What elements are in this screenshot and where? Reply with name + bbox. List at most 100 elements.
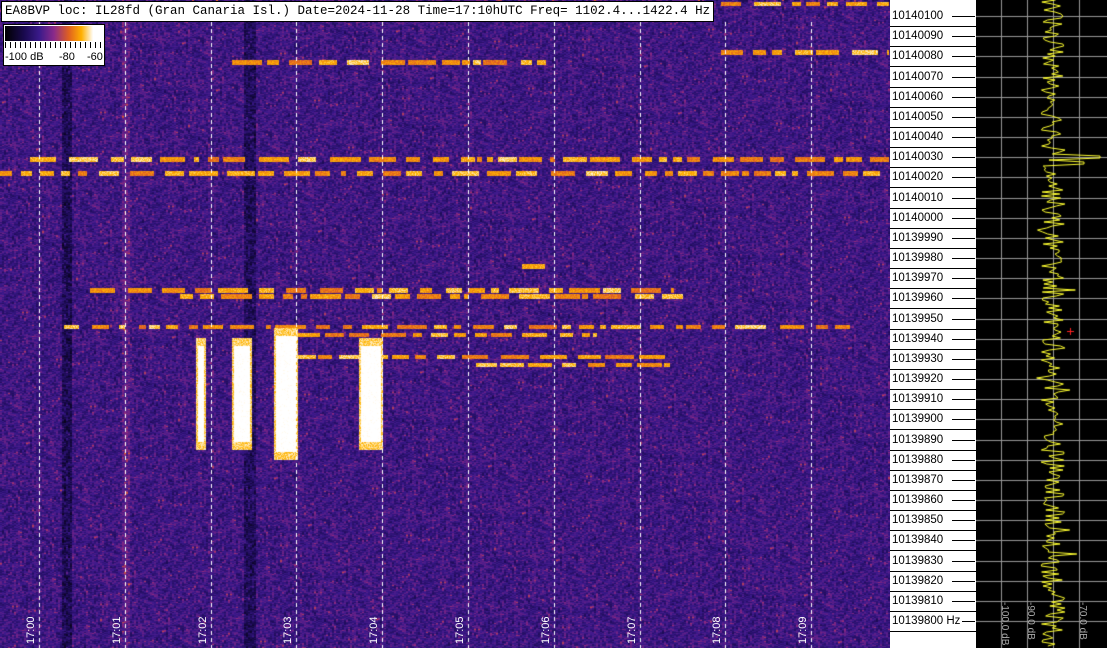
frequency-tick-label: 10139820	[892, 574, 944, 587]
frequency-tick	[952, 460, 975, 461]
frequency-minor-tick	[890, 87, 976, 88]
frequency-tick-label: 10140080	[892, 50, 944, 63]
frequency-tick-label: 10139890	[892, 433, 944, 446]
frequency-tick	[952, 520, 975, 521]
frequency-tick-label: 10139930	[892, 352, 944, 365]
frequency-tick	[952, 218, 975, 219]
frequency-tick-label: 10139860	[892, 494, 944, 507]
frequency-tick	[952, 258, 975, 259]
frequency-minor-tick	[890, 248, 976, 249]
frequency-minor-tick	[890, 107, 976, 108]
time-tick-label: 17:00	[25, 616, 37, 644]
header-title: EA8BVP loc: IL28fd (Gran Canaria Isl.) D…	[1, 1, 715, 22]
time-tick-label: 17:07	[625, 616, 638, 644]
frequency-tick-label: 10139980	[892, 252, 944, 265]
frequency-minor-tick	[890, 187, 976, 188]
frequency-tick-label: 10139970	[892, 272, 944, 285]
frequency-tick	[952, 581, 975, 582]
frequency-tick	[952, 561, 975, 562]
frequency-tick-label: 10139800 Hz	[892, 615, 961, 628]
frequency-minor-tick	[890, 571, 976, 572]
frequency-tick	[952, 359, 975, 360]
frequency-tick	[952, 339, 975, 340]
frequency-tick-label: 10139920	[892, 373, 944, 386]
frequency-tick-label: 10140100	[892, 10, 944, 22]
frequency-tick-label: 10139810	[892, 594, 944, 607]
frequency-minor-tick	[890, 450, 976, 451]
time-tick-label: 17:03	[282, 616, 295, 644]
frequency-tick	[952, 319, 975, 320]
frequency-minor-tick	[890, 490, 976, 491]
frequency-tick	[952, 601, 975, 602]
waterfall-app: 17:00 17:01 17:02 17:03 17:04 17:05 17:06 17:07…	[0, 0, 1107, 648]
frequency-minor-tick	[890, 228, 976, 229]
frequency-tick	[952, 440, 975, 441]
frequency-minor-tick	[890, 268, 976, 269]
frequency-tick-label: 10139850	[892, 514, 944, 527]
frequency-tick-label: 10140070	[892, 70, 944, 83]
frequency-minor-tick	[890, 26, 976, 27]
time-tick-label: 17:05	[454, 616, 466, 644]
spectrum-label-100: -100.0 dB	[999, 602, 1010, 646]
frequency-tick	[952, 480, 975, 481]
frequency-tick	[952, 278, 975, 279]
time-tick-label: 17:01	[110, 616, 123, 644]
frequency-tick	[952, 77, 975, 78]
frequency-tick-label: 10139900	[892, 413, 944, 426]
frequency-tick-label: 10140090	[892, 30, 944, 43]
frequency-minor-tick	[890, 611, 976, 612]
frequency-tick	[952, 36, 975, 37]
frequency-minor-tick	[890, 409, 976, 410]
frequency-tick-label: 10140030	[892, 151, 944, 164]
frequency-minor-tick	[890, 530, 976, 531]
frequency-tick-label: 10140010	[892, 191, 944, 204]
frequency-minor-tick	[890, 591, 976, 592]
frequency-tick	[962, 621, 975, 622]
color-scale-ticks	[5, 42, 103, 48]
frequency-tick-label: 10140000	[892, 211, 944, 224]
frequency-minor-tick	[890, 550, 976, 551]
frequency-tick	[952, 500, 975, 501]
frequency-minor-tick	[890, 127, 976, 128]
frequency-minor-tick	[890, 510, 976, 511]
frequency-tick	[952, 298, 975, 299]
frequency-minor-tick	[890, 147, 976, 148]
time-tick-label: 17:08	[711, 616, 724, 644]
frequency-tick	[952, 399, 975, 400]
frequency-tick	[952, 540, 975, 541]
frequency-minor-tick	[890, 308, 976, 309]
frequency-tick	[952, 97, 975, 98]
frequency-minor-tick	[890, 429, 976, 430]
spectrum-label-90: -90.0 dB	[1025, 602, 1036, 640]
frequency-tick-label: 10140050	[892, 110, 944, 123]
frequency-tick-label: 10139940	[892, 332, 944, 345]
frequency-tick-label: 10140040	[892, 131, 944, 144]
frequency-tick	[952, 177, 975, 178]
frequency-tick-label: 10140060	[892, 90, 944, 103]
colorbar-label-min: -100 dB	[5, 51, 44, 63]
colorbar-label-mid: -80	[59, 51, 75, 63]
colorbar-label-max: -60	[87, 51, 103, 63]
frequency-tick	[952, 117, 975, 118]
frequency-minor-tick	[890, 349, 976, 350]
frequency-minor-tick	[890, 66, 976, 67]
frequency-minor-tick	[890, 288, 976, 289]
frequency-tick-label: 10139840	[892, 534, 944, 547]
frequency-tick-label: 10139950	[892, 312, 944, 325]
frequency-tick-label: 10139990	[892, 231, 944, 244]
frequency-tick-label: 10139960	[892, 292, 944, 305]
time-tick-label: 17:04	[368, 616, 381, 644]
frequency-axis: 10140100 10140090 10140080 10140070 10140060…	[890, 0, 976, 648]
frequency-tick-label: 10139830	[892, 554, 944, 567]
frequency-minor-tick	[890, 167, 976, 168]
frequency-minor-tick	[890, 369, 976, 370]
time-tick-label: 17:02	[196, 616, 209, 644]
frequency-tick	[952, 56, 975, 57]
frequency-minor-tick	[890, 329, 976, 330]
frequency-minor-tick	[890, 208, 976, 209]
frequency-tick	[952, 16, 975, 17]
time-tick-label: 17:06	[539, 616, 552, 644]
spectrogram-waterfall	[0, 0, 890, 648]
spectrum-trace	[976, 0, 1107, 648]
frequency-minor-tick	[890, 389, 976, 390]
